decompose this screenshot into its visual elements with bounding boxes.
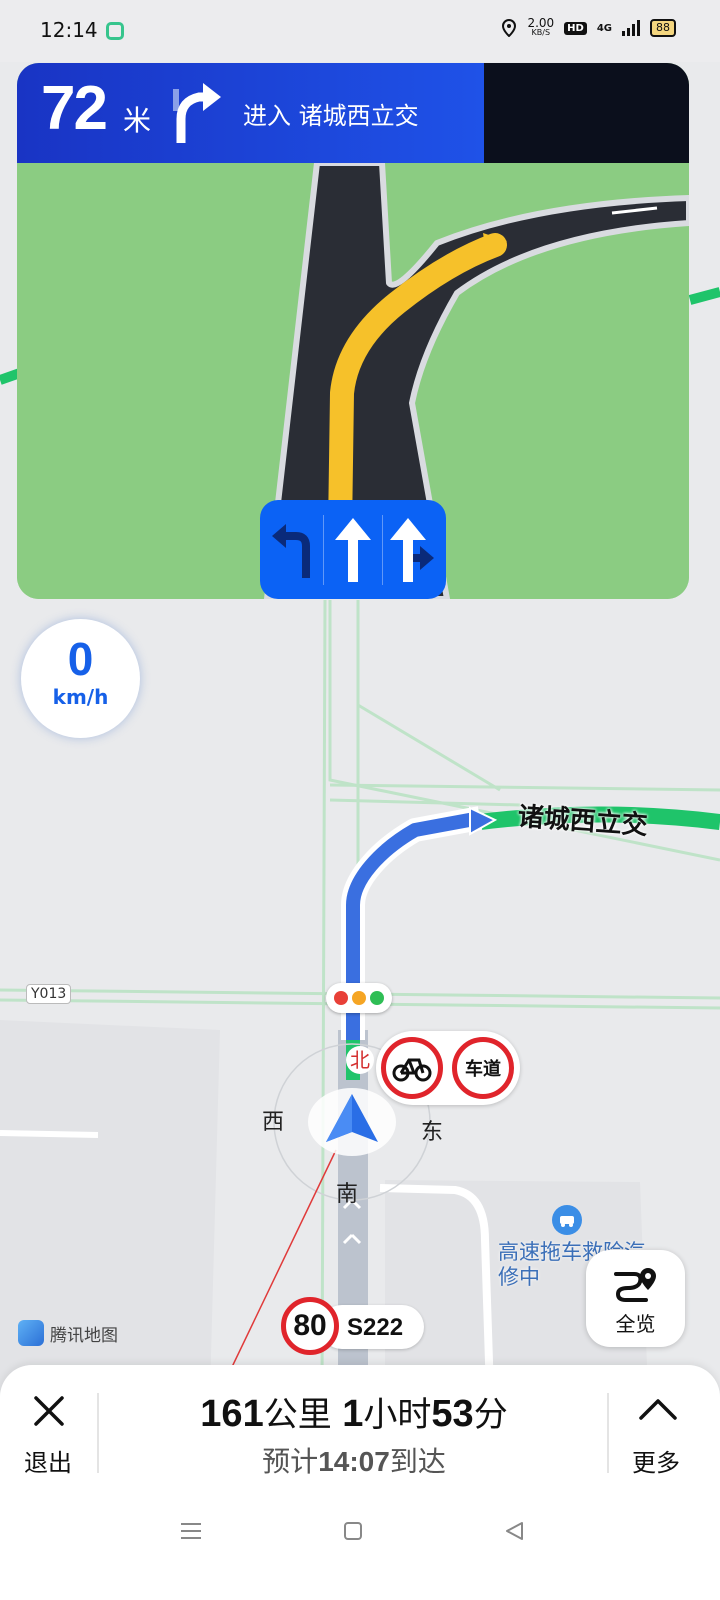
app-notification-icon — [106, 22, 124, 40]
divider — [97, 1393, 99, 1473]
hours-unit-label: 小时 — [363, 1395, 432, 1435]
next-road-instruction: 进入 诸城西立交 — [243, 102, 419, 130]
more-label: 更多 — [632, 1449, 680, 1477]
guidance-card[interactable]: 72 米 进入 诸城西立交 — [17, 63, 689, 599]
menu-icon[interactable] — [180, 1521, 202, 1541]
more-button[interactable]: 更多 — [610, 1365, 720, 1485]
lane-restriction-text: 车道 — [465, 1059, 501, 1080]
lane-left-turn — [266, 515, 323, 585]
current-speed: 0 km/h — [21, 619, 140, 738]
vehicle-position-icon[interactable] — [306, 1086, 398, 1162]
compass-west: 西 — [262, 1110, 285, 1135]
distance-unit-label: 公里 — [263, 1395, 332, 1435]
remaining-minutes: 53 — [431, 1393, 474, 1435]
map-logo: 腾讯地图 — [18, 1320, 118, 1346]
lane-restriction-sign: 车道 — [452, 1037, 514, 1099]
back-icon[interactable] — [504, 1521, 524, 1541]
speed-value: 0 — [67, 633, 94, 685]
turn-right-arrow-icon — [173, 83, 221, 143]
compass-east: 东 — [421, 1120, 444, 1145]
status-indicators: 2.00 KB/S HD 4G 88 — [501, 16, 676, 38]
speed-limit-sign: 80 — [281, 1297, 339, 1355]
current-road-name: S222 — [347, 1314, 404, 1341]
route-overview-icon — [614, 1268, 656, 1302]
signal-icon — [622, 20, 640, 36]
eta-prefix: 预计 — [262, 1445, 319, 1478]
straight-or-right-icon — [390, 517, 435, 582]
tencent-map-logo-icon — [18, 1320, 44, 1346]
guidance-banner: 72 米 进入 诸城西立交 — [17, 63, 484, 163]
home-icon[interactable] — [343, 1521, 363, 1541]
lane-guidance — [260, 500, 446, 599]
road-label: Y013 — [26, 984, 72, 1004]
map-logo-text: 腾讯地图 — [50, 1325, 118, 1346]
divider — [607, 1393, 609, 1473]
eta: 预计14:07到达 — [100, 1440, 608, 1480]
system-nav-bar — [0, 1500, 720, 1600]
eta-time: 14:07 — [318, 1446, 390, 1477]
network-speed-value: 2.00 — [527, 16, 555, 30]
compass-north: 北 — [346, 1046, 374, 1074]
no-bicycle-sign — [381, 1037, 443, 1099]
distance-to-turn: 72 — [41, 74, 108, 143]
straight-icon — [334, 517, 371, 582]
remaining-hours: 1 — [342, 1393, 364, 1435]
overview-button[interactable]: 全览 — [586, 1250, 685, 1347]
guidance-banner-extension — [484, 63, 689, 163]
exit-label: 退出 — [24, 1449, 72, 1477]
turn-left-icon — [271, 523, 310, 578]
minutes-unit-label: 分 — [473, 1395, 508, 1435]
battery-icon: 88 — [650, 19, 676, 37]
bicycle-icon — [392, 1058, 432, 1082]
eta-suffix: 到达 — [389, 1445, 446, 1478]
tow-truck-poi-icon[interactable] — [552, 1205, 582, 1235]
chevron-up-icon — [639, 1399, 677, 1420]
lane-straight-right — [381, 514, 440, 585]
traffic-light-icon — [326, 983, 392, 1013]
compass-south: 南 — [336, 1182, 359, 1207]
restriction-signs: 车道 — [376, 1031, 520, 1105]
close-icon — [34, 1396, 64, 1426]
hd-badge: HD — [564, 21, 587, 35]
lane-straight — [323, 514, 381, 585]
distance-unit: 米 — [123, 104, 152, 137]
speed-unit: km/h — [52, 685, 109, 709]
exit-navigation-button[interactable]: 退出 — [0, 1365, 98, 1485]
status-bar: 12:14 2.00 KB/S HD 4G 88 — [0, 0, 720, 62]
network-speed-unit: KB/S — [531, 28, 551, 37]
status-time: 12:14 — [40, 18, 98, 42]
network-speed: 2.00 KB/S — [527, 16, 555, 38]
trip-summary[interactable]: 161公里 1小时53分 预计14:07到达 — [100, 1387, 608, 1480]
remaining-distance: 161 — [200, 1393, 264, 1435]
network-type: 4G — [596, 22, 612, 34]
overview-label: 全览 — [615, 1312, 656, 1336]
location-icon — [502, 19, 517, 37]
trip-remaining: 161公里 1小时53分 — [100, 1387, 608, 1436]
